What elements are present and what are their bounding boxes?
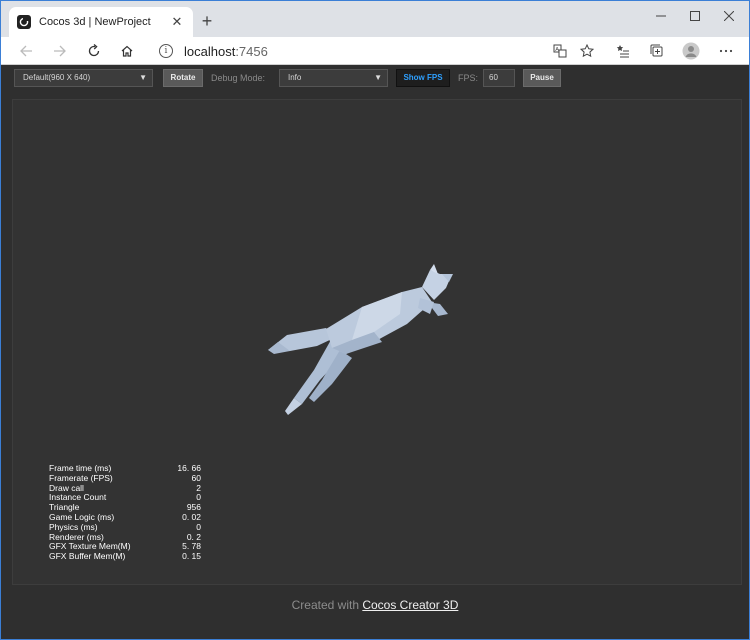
resolution-select[interactable]: Default(960 X 640) ▼ [14,69,153,87]
cocos-favicon-icon [17,15,31,29]
debug-mode-select[interactable]: Info ▼ [279,69,388,87]
svg-text:A: A [555,47,559,53]
translate-icon[interactable]: A [549,40,571,62]
rotate-button[interactable]: Rotate [163,69,203,87]
stat-value: 60 [191,472,201,483]
forward-arrow-icon[interactable] [49,40,71,62]
url-port: :7456 [235,43,268,59]
profiler-stats: Frame time (ms) 16. 66 Framerate (FPS) 60 … [49,463,201,562]
stat-value: 2 [196,482,201,493]
back-arrow-icon[interactable] [15,40,37,62]
pause-button[interactable]: Pause [523,69,561,87]
tab-strip: Cocos 3d | NewProject ✕ + [1,1,749,37]
fps-input[interactable]: 60 [483,69,515,87]
stat-label: GFX Buffer Mem(M) [49,551,126,562]
url-host: localhost [184,43,236,59]
url-field[interactable]: i localhost:7456 [151,40,606,62]
more-menu-icon[interactable] [715,40,737,62]
debug-mode-value: Info [288,73,302,82]
tab-title: Cocos 3d | NewProject [39,16,151,28]
browser-tab[interactable]: Cocos 3d | NewProject ✕ [9,7,193,37]
cocos-creator-link[interactable]: Cocos Creator 3D [362,598,458,612]
home-icon[interactable] [116,40,138,62]
new-tab-button[interactable]: + [197,10,217,32]
address-bar-row: i localhost:7456 A [1,37,749,65]
favorite-star-icon[interactable] [576,40,598,62]
resolution-value: Default(960 X 640) [23,73,91,82]
game-canvas[interactable]: Frame time (ms) 16. 66 Framerate (FPS) 60 … [12,99,742,585]
stat-value: 0. 02 [182,511,201,522]
reload-icon[interactable] [83,40,105,62]
browser-window: Cocos 3d | NewProject ✕ + i localhost:7… [0,0,750,640]
chevron-down-icon: ▼ [139,73,147,82]
stat-value: 0. 15 [182,551,201,562]
collections-icon[interactable] [646,40,668,62]
favorites-list-icon[interactable] [612,40,634,62]
footer: Created with Cocos Creator 3D [1,598,749,612]
chevron-down-icon: ▼ [374,73,382,82]
footer-prefix: Created with [291,598,363,612]
profile-avatar-icon[interactable] [680,40,702,62]
stat-row: GFX Buffer Mem(M) 0. 15 [49,551,201,562]
show-fps-button[interactable]: Show FPS [396,69,450,87]
preview-toolbar: Default(960 X 640) ▼ Rotate Debug Mode: … [1,65,749,91]
window-close-icon[interactable] [709,1,749,31]
tab-close-icon[interactable]: ✕ [169,14,185,30]
site-info-icon[interactable]: i [159,44,173,58]
fps-label: FPS: [458,73,479,83]
debug-mode-label: Debug Mode: [211,73,266,83]
